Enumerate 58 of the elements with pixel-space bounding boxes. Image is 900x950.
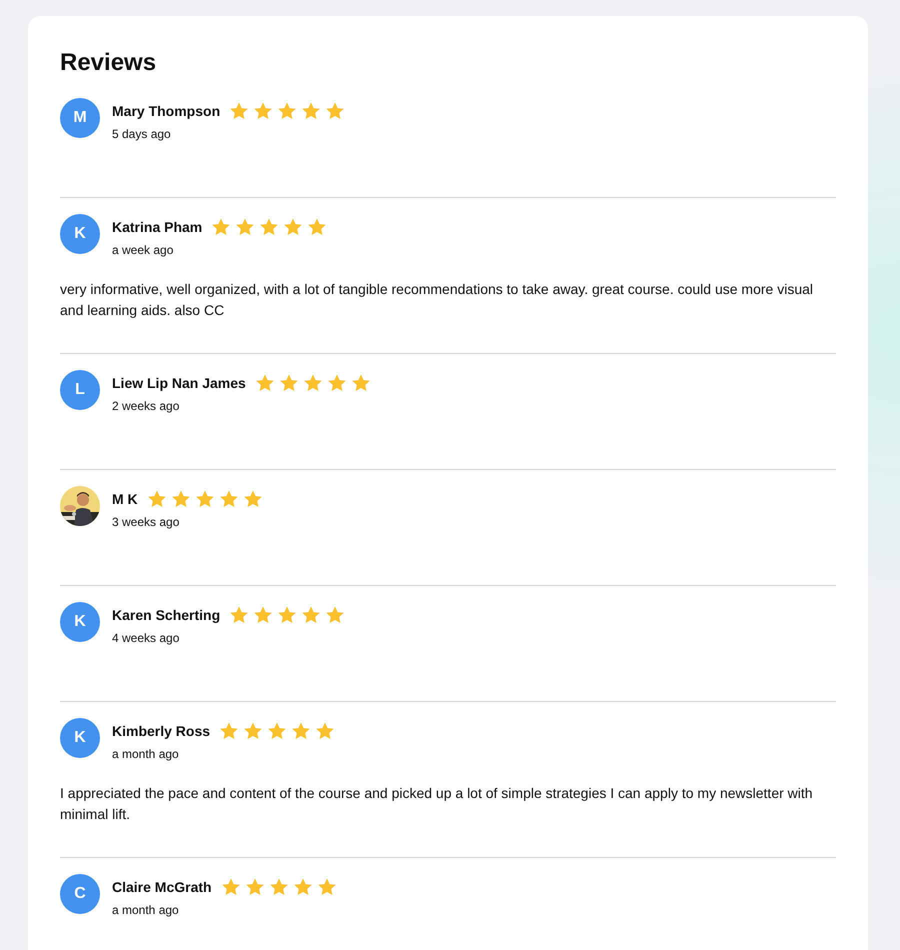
star-icon — [220, 877, 241, 897]
reviewer-name: Karen Scherting — [112, 607, 220, 623]
star-icon — [291, 721, 312, 741]
star-icon — [253, 605, 274, 625]
review-date: 5 days ago — [112, 127, 172, 141]
review-date: a week ago — [112, 243, 174, 257]
star-icon — [235, 217, 256, 237]
star-icon — [325, 101, 346, 121]
star-icon — [316, 877, 337, 897]
star-icon — [292, 877, 313, 897]
reviewer-name: Katrina Pham — [112, 219, 202, 235]
star-icon — [302, 373, 323, 393]
star-icon — [325, 605, 346, 625]
avatar: M — [60, 98, 100, 138]
avatar: C — [60, 874, 100, 914]
avatar: K — [60, 602, 100, 642]
star-icon — [277, 101, 298, 121]
star-icon — [229, 605, 250, 625]
star-icon — [229, 101, 250, 121]
star-icon — [283, 217, 304, 237]
star-icon — [267, 721, 288, 741]
star-icon — [278, 373, 299, 393]
reviewer-name: M K — [112, 491, 138, 507]
star-icon — [307, 217, 328, 237]
star-icon — [194, 489, 215, 509]
review-date: 4 weeks ago — [112, 631, 180, 645]
avatar: L — [60, 370, 100, 410]
star-icon — [170, 489, 191, 509]
star-icon — [301, 605, 322, 625]
star-icon — [301, 101, 322, 121]
star-icon — [242, 489, 263, 509]
avatar: K — [60, 214, 100, 254]
review-date: 3 weeks ago — [112, 515, 180, 529]
star-icon — [243, 721, 264, 741]
section-title: Reviews — [60, 48, 158, 78]
star-icon — [326, 373, 347, 393]
avatar: K — [60, 718, 100, 758]
star-icon — [268, 877, 289, 897]
star-icon — [244, 877, 265, 897]
reviewer-name: Liew Lip Nan James — [112, 375, 246, 391]
review-date: a month ago — [112, 903, 180, 917]
reviewer-name: Claire McGrath — [112, 879, 212, 895]
star-icon — [315, 721, 336, 741]
review-date: a month ago — [112, 747, 180, 761]
star-icon — [259, 217, 280, 237]
reviewer-name: Kimberly Ross — [112, 723, 210, 739]
review-date: 2 weeks ago — [112, 399, 180, 413]
star-icon — [350, 373, 371, 393]
star-icon — [146, 489, 167, 509]
star-icon — [277, 605, 298, 625]
star-icon — [254, 373, 275, 393]
review-text: very informative, well organized, with a lot of tangible recommendations to take away. great course. could use more visual and learning aids. also CC — [60, 280, 814, 320]
star-icon — [218, 489, 239, 509]
star-icon — [253, 101, 274, 121]
star-icon — [219, 721, 240, 741]
review-text: I appreciated the pace and content of the course and picked up a lot of simple strategies I can apply to my newsletter with minimal lift. — [60, 784, 814, 824]
reviewer-name: Mary Thompson — [112, 103, 220, 119]
star-icon — [211, 217, 232, 237]
